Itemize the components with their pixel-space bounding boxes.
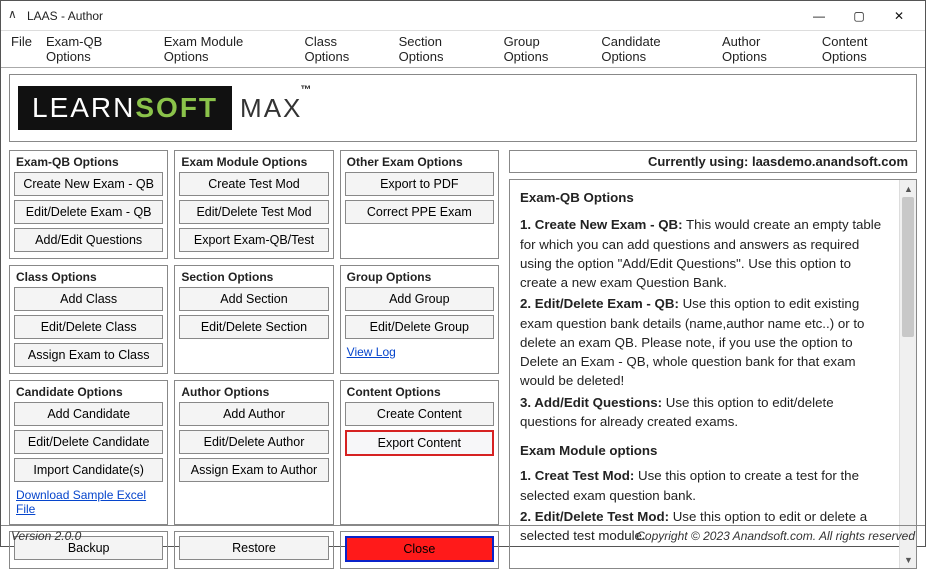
menu-content[interactable]: Content Options — [822, 34, 915, 64]
menu-group[interactable]: Group Options — [504, 34, 588, 64]
menu-class[interactable]: Class Options — [304, 34, 384, 64]
scroll-up-icon[interactable]: ▲ — [900, 180, 917, 197]
group-section: Section Options Add Section Edit/Delete … — [174, 265, 333, 374]
edit-delete-author-button[interactable]: Edit/Delete Author — [179, 430, 328, 454]
menu-examqb[interactable]: Exam-QB Options — [46, 34, 150, 64]
status-bar: Currently using: laasdemo.anandsoft.com — [509, 150, 917, 173]
group-other: Other Exam Options Export to PDF Correct… — [340, 150, 499, 259]
help-heading-exammod: Exam Module options — [520, 441, 889, 460]
group-title: Exam Module Options — [179, 155, 328, 172]
help-item: 3. Add/Edit Questions: Use this option t… — [520, 393, 889, 432]
import-candidates-button[interactable]: Import Candidate(s) — [14, 458, 163, 482]
assign-exam-class-button[interactable]: Assign Exam to Class — [14, 343, 163, 367]
minimize-button[interactable]: — — [799, 2, 839, 30]
edit-delete-candidate-button[interactable]: Edit/Delete Candidate — [14, 430, 163, 454]
group-title: Other Exam Options — [345, 155, 494, 172]
create-test-mod-button[interactable]: Create Test Mod — [179, 172, 328, 196]
menu-section[interactable]: Section Options — [399, 34, 490, 64]
scrollbar[interactable]: ▲ ▼ — [899, 180, 916, 568]
logo: LEARNSOFT MAX ™ — [9, 74, 917, 142]
scroll-down-icon[interactable]: ▼ — [900, 551, 917, 568]
menu-candidate[interactable]: Candidate Options — [601, 34, 708, 64]
group-title: Author Options — [179, 385, 328, 402]
options-panel: Exam-QB Options Create New Exam - QB Edi… — [9, 150, 499, 569]
close-window-button[interactable]: ✕ — [879, 2, 919, 30]
export-examqb-test-button[interactable]: Export Exam-QB/Test — [179, 228, 328, 252]
help-heading-examqb: Exam-QB Options — [520, 188, 889, 207]
logo-max: MAX — [240, 93, 302, 124]
version-label: Version 2.0.0 — [11, 529, 81, 543]
group-title: Group Options — [345, 270, 494, 287]
add-group-button[interactable]: Add Group — [345, 287, 494, 311]
menu-exammod[interactable]: Exam Module Options — [164, 34, 291, 64]
menu-author[interactable]: Author Options — [722, 34, 808, 64]
copyright-label: Copyright © 2023 Anandsoft.com. All righ… — [636, 529, 915, 543]
group-content: Content Options Create Content Export Co… — [340, 380, 499, 525]
logo-learnsoft: LEARNSOFT — [18, 86, 232, 130]
edit-delete-group-button[interactable]: Edit/Delete Group — [345, 315, 494, 339]
group-author: Author Options Add Author Edit/Delete Au… — [174, 380, 333, 525]
group-title: Content Options — [345, 385, 494, 402]
menu-file[interactable]: File — [11, 34, 32, 64]
download-sample-link[interactable]: Download Sample Excel File — [14, 486, 163, 518]
help-item: 2. Edit/Delete Exam - QB: Use this optio… — [520, 294, 889, 390]
export-content-button[interactable]: Export Content — [345, 430, 494, 456]
group-candidate: Candidate Options Add Candidate Edit/Del… — [9, 380, 168, 525]
create-new-exam-button[interactable]: Create New Exam - QB — [14, 172, 163, 196]
window-title: LAAS - Author — [27, 9, 103, 23]
help-item: 1. Creat Test Mod: Use this option to cr… — [520, 466, 889, 505]
menubar: File Exam-QB Options Exam Module Options… — [1, 31, 925, 68]
edit-delete-class-button[interactable]: Edit/Delete Class — [14, 315, 163, 339]
edit-delete-test-mod-button[interactable]: Edit/Delete Test Mod — [179, 200, 328, 224]
correct-ppe-button[interactable]: Correct PPE Exam — [345, 200, 494, 224]
edit-delete-exam-button[interactable]: Edit/Delete Exam - QB — [14, 200, 163, 224]
create-content-button[interactable]: Create Content — [345, 402, 494, 426]
group-title: Section Options — [179, 270, 328, 287]
group-title: Candidate Options — [14, 385, 163, 402]
group-title: Exam-QB Options — [14, 155, 163, 172]
help-content: Exam-QB Options 1. Create New Exam - QB:… — [510, 180, 899, 540]
logo-tm: ™ — [300, 84, 311, 96]
add-candidate-button[interactable]: Add Candidate — [14, 402, 163, 426]
assign-exam-author-button[interactable]: Assign Exam to Author — [179, 458, 328, 482]
group-class: Class Options Add Class Edit/Delete Clas… — [9, 265, 168, 374]
view-log-link[interactable]: View Log — [345, 343, 494, 361]
export-pdf-button[interactable]: Export to PDF — [345, 172, 494, 196]
edit-delete-section-button[interactable]: Edit/Delete Section — [179, 315, 328, 339]
help-panel: Exam-QB Options 1. Create New Exam - QB:… — [509, 179, 917, 569]
help-item: 1. Create New Exam - QB: This would crea… — [520, 215, 889, 292]
scroll-thumb[interactable] — [902, 197, 914, 337]
group-exammod: Exam Module Options Create Test Mod Edit… — [174, 150, 333, 259]
add-edit-questions-button[interactable]: Add/Edit Questions — [14, 228, 163, 252]
group-title: Class Options — [14, 270, 163, 287]
add-class-button[interactable]: Add Class — [14, 287, 163, 311]
footer: Version 2.0.0 Copyright © 2023 Anandsoft… — [1, 525, 925, 546]
group-examqb: Exam-QB Options Create New Exam - QB Edi… — [9, 150, 168, 259]
add-section-button[interactable]: Add Section — [179, 287, 328, 311]
add-author-button[interactable]: Add Author — [179, 402, 328, 426]
group-group: Group Options Add Group Edit/Delete Grou… — [340, 265, 499, 374]
maximize-button[interactable]: ▢ — [839, 2, 879, 30]
app-icon — [7, 9, 21, 23]
titlebar: LAAS - Author — ▢ ✕ — [1, 1, 925, 31]
